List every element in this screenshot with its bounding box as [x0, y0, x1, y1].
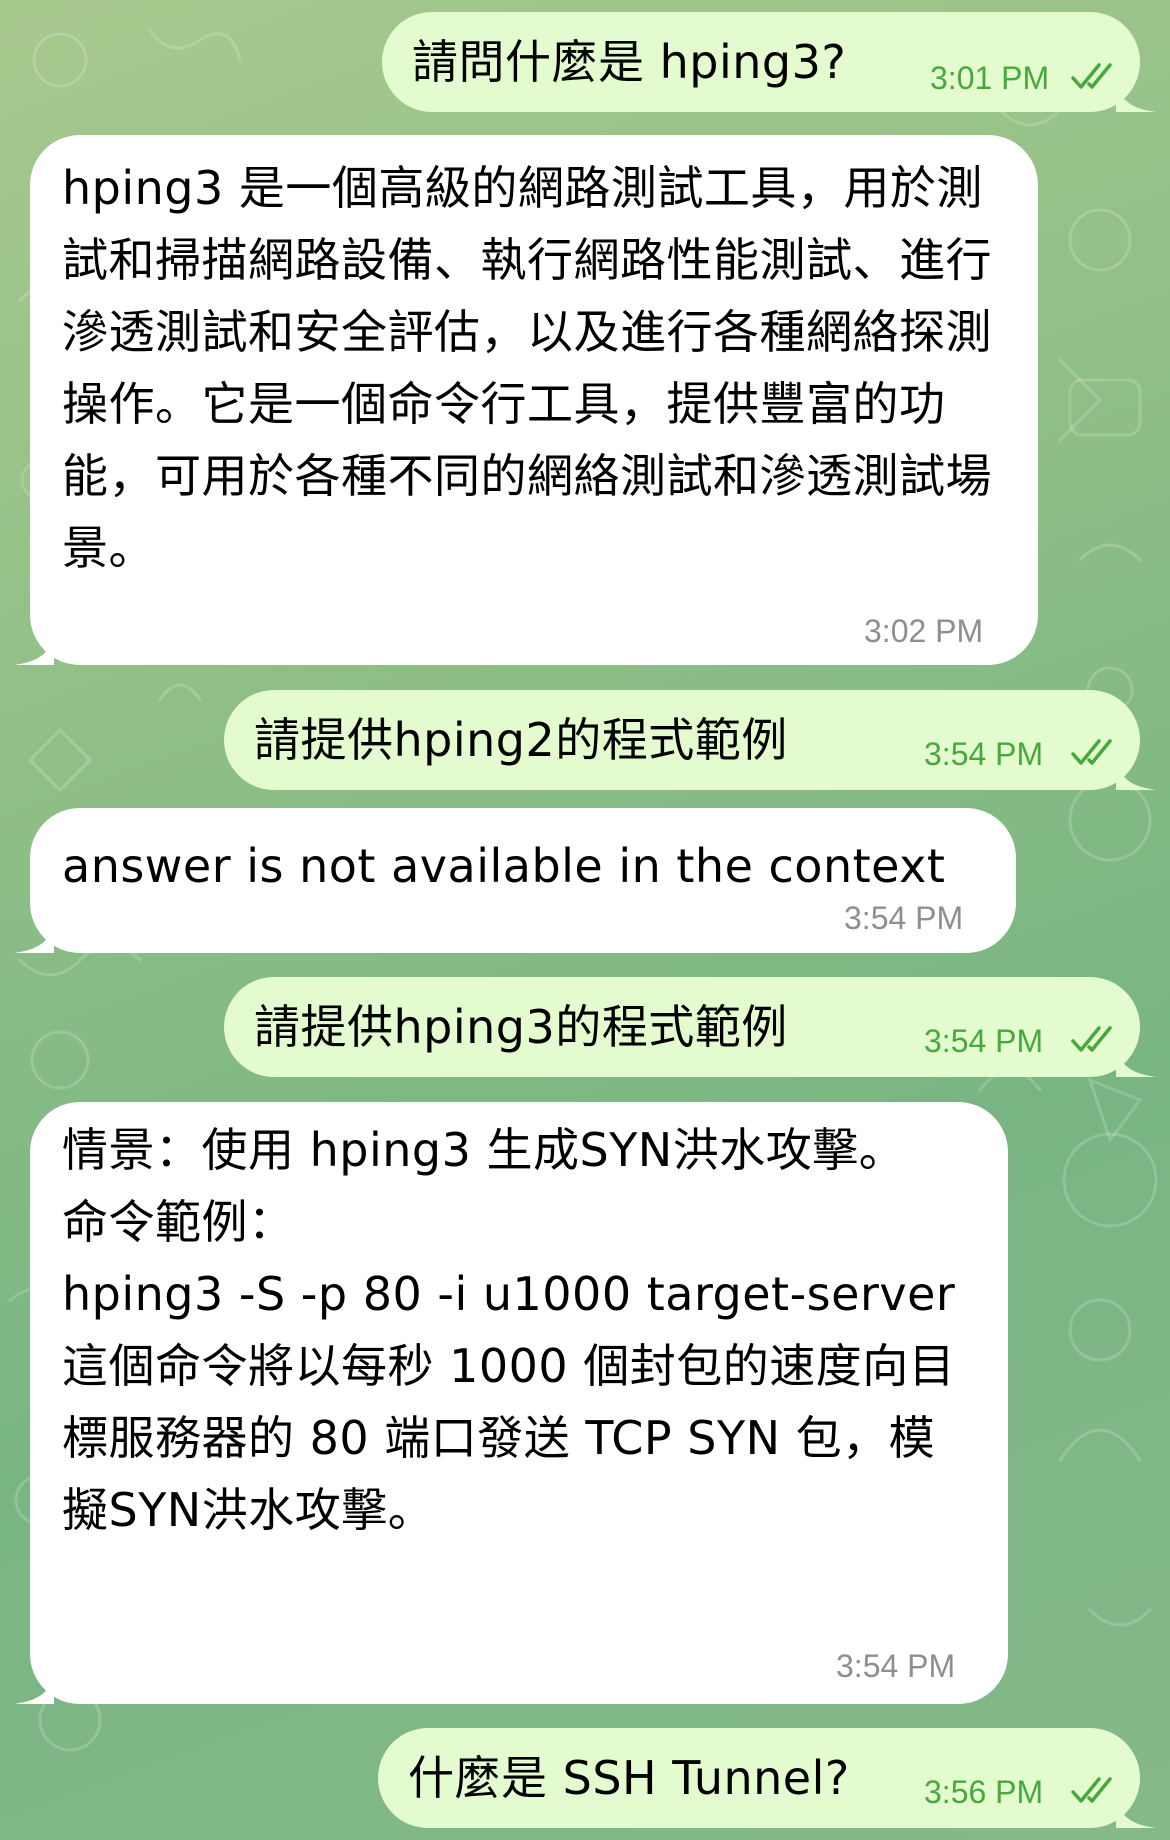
message-time: 3:02 PM [864, 613, 984, 649]
message-text: 請問什麼是 hping3? [412, 35, 847, 89]
incoming-message[interactable]: 情景：使用 hping3 生成SYN洪水攻擊。 命令範例： hping3 -S … [14, 1102, 1008, 1704]
message-time: 3:54 PM [836, 1648, 956, 1684]
double-check-icon [1071, 739, 1112, 765]
message-text: hping3 是一個高級的網路測試工具，用於測試和掃描網路設備、執行網路性能測試… [62, 161, 992, 575]
bubble-tail-icon [14, 625, 54, 665]
message-text: answer is not available in the context [62, 839, 946, 893]
outgoing-message[interactable]: 請問什麼是 hping3? 3:01 PM [382, 12, 1156, 112]
outgoing-message[interactable]: 請提供hping3的程式範例 3:54 PM [224, 977, 1156, 1077]
incoming-message[interactable]: hping3 是一個高級的網路測試工具，用於測試和掃描網路設備、執行網路性能測試… [14, 135, 1038, 665]
bubble-tail-icon [14, 1664, 54, 1704]
message-text: 什麼是 SSH Tunnel? [408, 1751, 850, 1805]
incoming-message[interactable]: answer is not available in the context 3… [14, 808, 1016, 953]
message-time: 3:56 PM [924, 1774, 1044, 1810]
bubble-tail-icon [1116, 1037, 1156, 1077]
double-check-icon [1071, 1026, 1112, 1052]
message-time: 3:54 PM [844, 900, 964, 936]
bubble-tail-icon [1116, 1788, 1156, 1828]
outgoing-message[interactable]: 請提供hping2的程式範例 3:54 PM [224, 690, 1156, 790]
bubble-tail-icon [14, 913, 54, 953]
chat-message-list[interactable]: 請問什麼是 hping3? 3:01 PM hping3 是一個高級的網路測試工… [0, 0, 1170, 1840]
message-text: 請提供hping2的程式範例 [254, 713, 788, 767]
message-time: 3:54 PM [924, 1023, 1044, 1059]
outgoing-message[interactable]: 什麼是 SSH Tunnel? 3:56 PM [378, 1728, 1156, 1828]
message-time: 3:54 PM [924, 736, 1044, 772]
message-text: 情景：使用 hping3 生成SYN洪水攻擊。 命令範例： hping3 -S … [62, 1123, 956, 1537]
message-time: 3:01 PM [930, 60, 1050, 96]
double-check-icon [1071, 63, 1112, 89]
bubble-tail-icon [1116, 750, 1156, 790]
double-check-icon [1071, 1777, 1112, 1803]
bubble-tail-icon [1116, 72, 1156, 112]
message-text: 請提供hping3的程式範例 [254, 1000, 788, 1054]
